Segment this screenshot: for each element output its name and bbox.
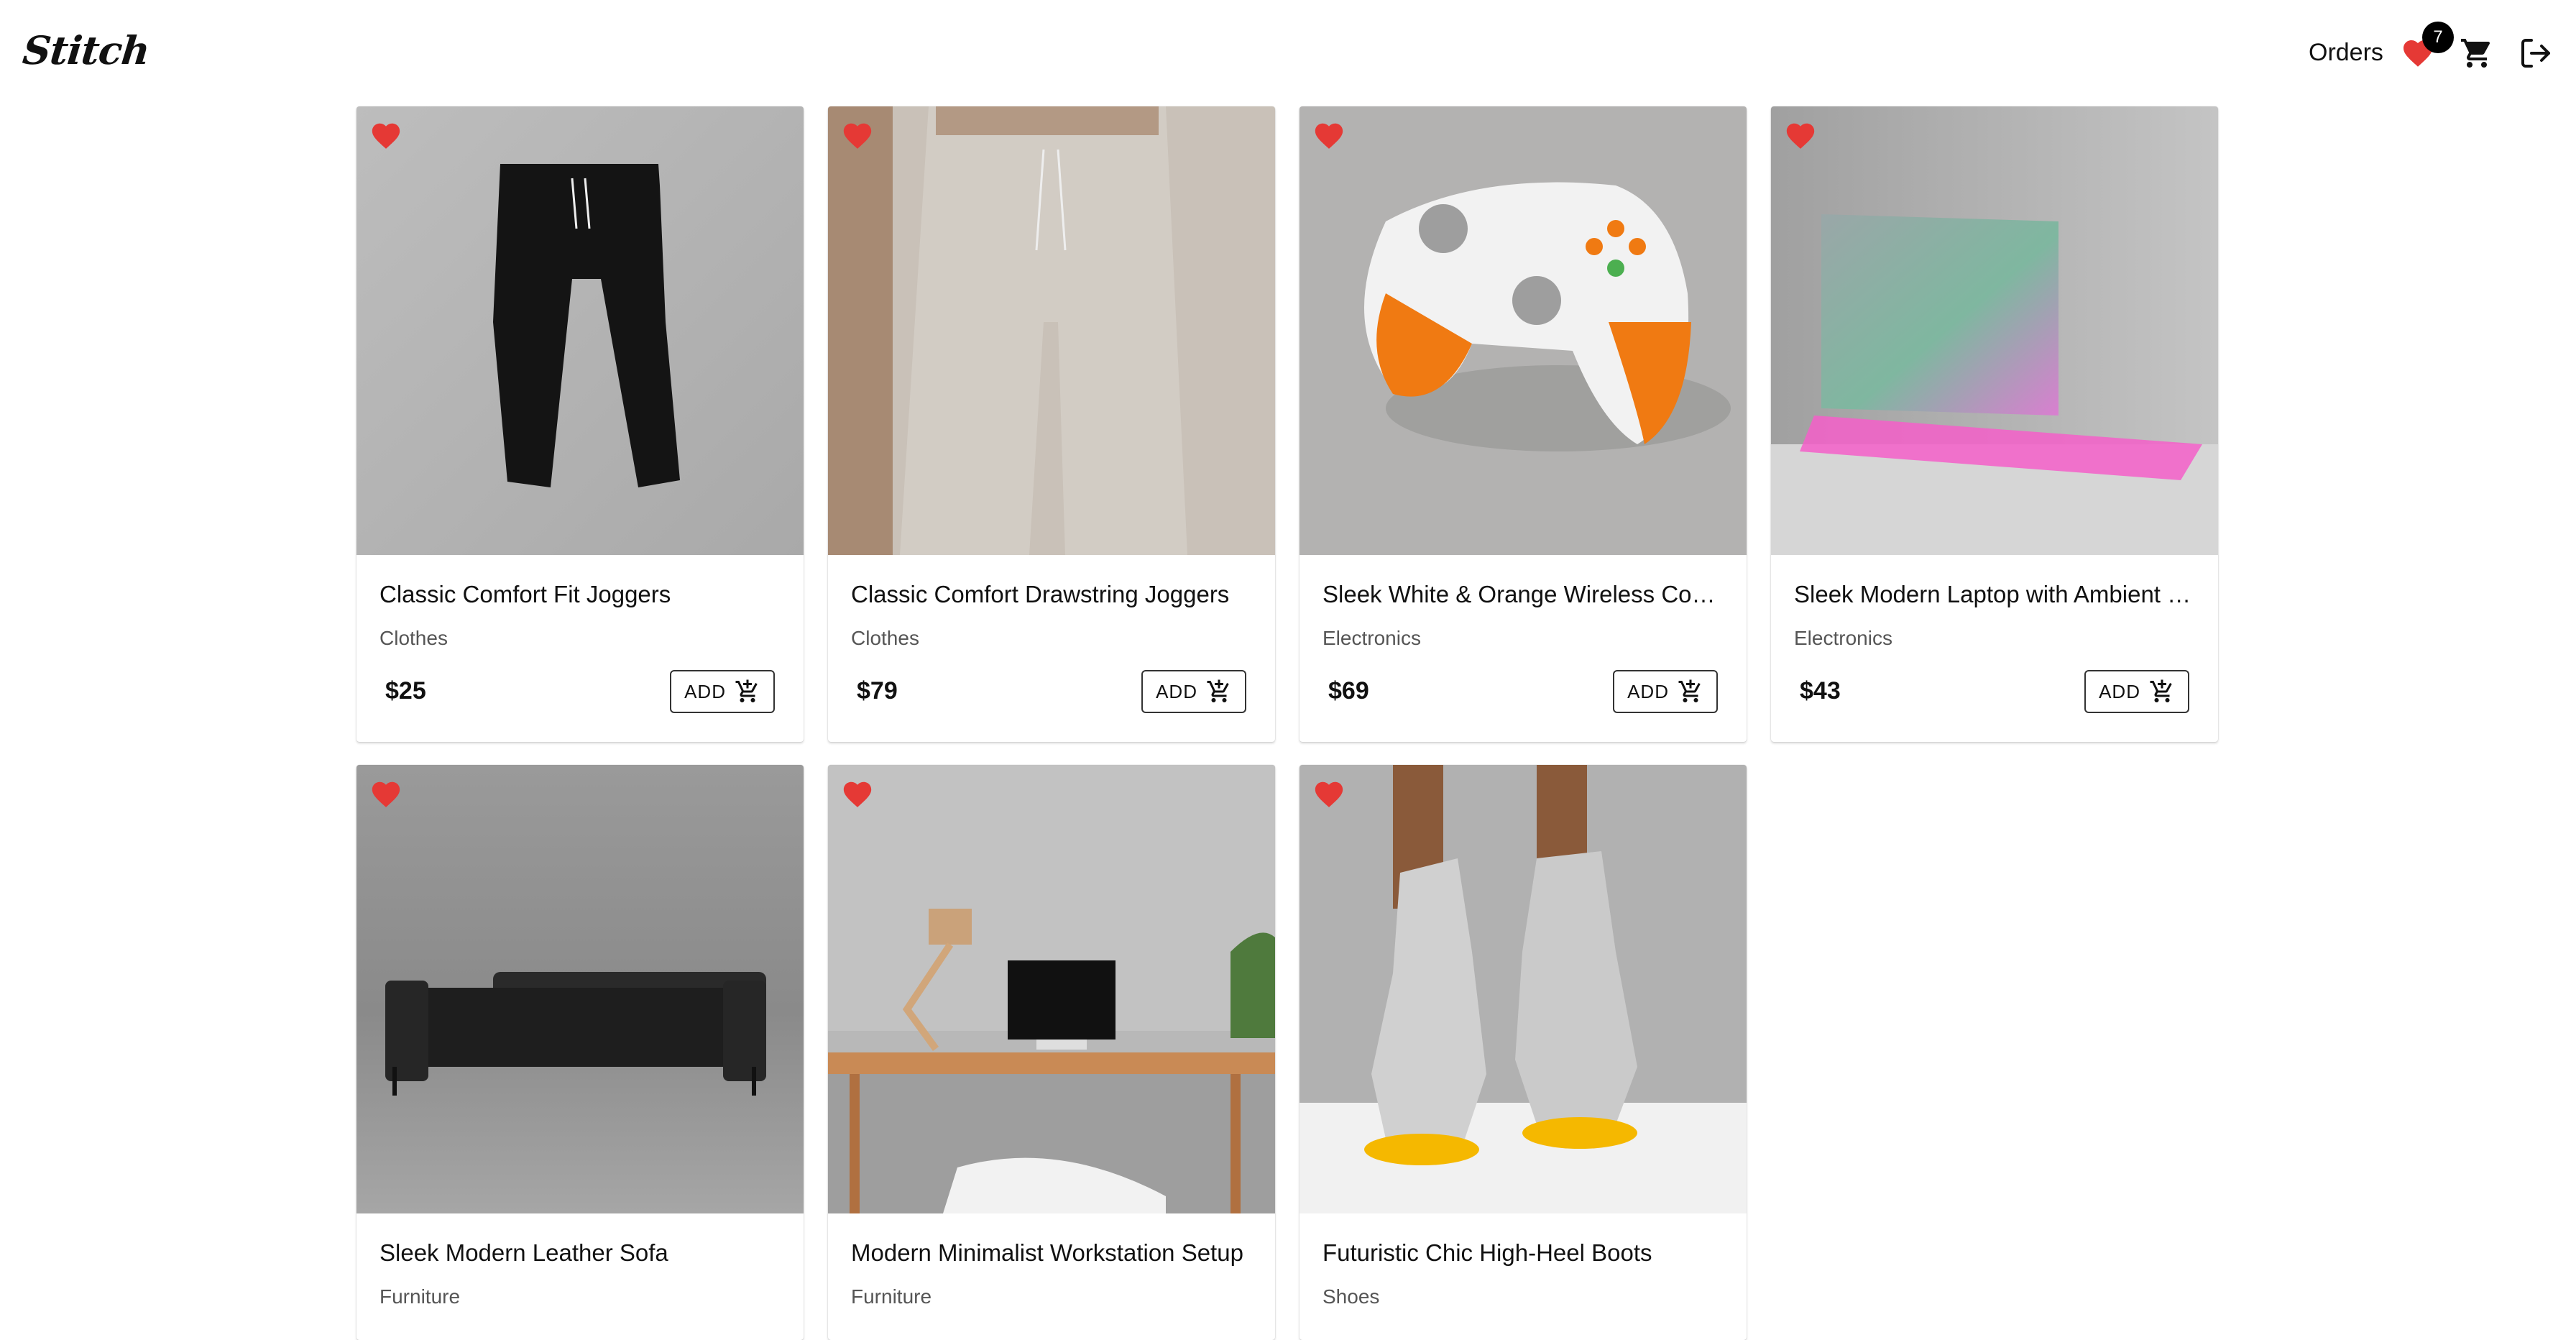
product-category: Clothes xyxy=(851,627,919,649)
product-image[interactable] xyxy=(1300,106,1747,555)
favorite-heart-icon[interactable] xyxy=(369,778,402,811)
cart-icon[interactable] xyxy=(2460,36,2494,70)
add-to-cart-button[interactable]: ADD xyxy=(2084,670,2189,713)
product-image[interactable] xyxy=(1300,765,1747,1213)
add-shopping-cart-icon xyxy=(735,679,758,702)
add-to-cart-button[interactable]: ADD xyxy=(670,670,775,713)
product-card[interactable]: Sleek Modern Laptop with Ambient Lightin… xyxy=(1771,106,2218,742)
product-title[interactable]: Sleek Modern Leather Sofa xyxy=(380,1239,782,1267)
orders-link[interactable]: Orders xyxy=(2309,39,2383,67)
favorites-count-badge: 7 xyxy=(2422,22,2454,53)
favorite-heart-icon[interactable] xyxy=(841,119,874,152)
product-price: $79 xyxy=(857,677,898,705)
add-shopping-cart-icon xyxy=(1207,679,1229,702)
product-card[interactable]: Classic Comfort Fit Joggers Clothes $25 … xyxy=(356,106,804,742)
product-title[interactable]: Modern Minimalist Workstation Setup xyxy=(851,1239,1254,1267)
product-image[interactable] xyxy=(356,765,804,1213)
product-price: $25 xyxy=(385,677,426,705)
product-card[interactable]: Sleek White & Orange Wireless Controller… xyxy=(1300,106,1747,742)
product-price: $43 xyxy=(1800,677,1841,705)
product-title[interactable]: Classic Comfort Drawstring Joggers xyxy=(851,581,1254,608)
add-button-label: ADD xyxy=(1627,680,1669,702)
product-card[interactable]: Modern Minimalist Workstation Setup Furn… xyxy=(828,765,1275,1340)
logout-icon[interactable] xyxy=(2518,36,2553,70)
add-to-cart-button[interactable]: ADD xyxy=(1141,670,1246,713)
product-category: Shoes xyxy=(1322,1285,1380,1308)
add-button-label: ADD xyxy=(684,680,726,702)
product-category: Electronics xyxy=(1794,627,1892,649)
product-title[interactable]: Classic Comfort Fit Joggers xyxy=(380,581,782,608)
product-image[interactable] xyxy=(828,106,1275,555)
top-navigation-bar: Stitch Orders 7 xyxy=(0,0,2576,101)
product-card[interactable]: Futuristic Chic High-Heel Boots Shoes xyxy=(1300,765,1747,1340)
product-image[interactable] xyxy=(1771,106,2218,555)
product-title[interactable]: Sleek Modern Laptop with Ambient Lightin… xyxy=(1794,581,2196,608)
favorite-heart-icon[interactable] xyxy=(1312,119,1346,152)
favorite-heart-icon[interactable] xyxy=(1312,778,1346,811)
product-card[interactable]: Sleek Modern Leather Sofa Furniture xyxy=(356,765,804,1340)
favorite-heart-icon[interactable] xyxy=(369,119,402,152)
product-image[interactable] xyxy=(356,106,804,555)
add-to-cart-button[interactable]: ADD xyxy=(1613,670,1718,713)
product-title[interactable]: Sleek White & Orange Wireless Controller xyxy=(1322,581,1725,608)
product-category: Furniture xyxy=(851,1285,932,1308)
product-category: Furniture xyxy=(380,1285,461,1308)
add-shopping-cart-icon xyxy=(1678,679,1701,702)
add-shopping-cart-icon xyxy=(2150,679,2172,702)
product-category: Electronics xyxy=(1322,627,1421,649)
product-card[interactable]: Classic Comfort Drawstring Joggers Cloth… xyxy=(828,106,1275,742)
product-price: $69 xyxy=(1328,677,1369,705)
product-category: Clothes xyxy=(380,627,448,649)
product-title[interactable]: Futuristic Chic High-Heel Boots xyxy=(1322,1239,1725,1267)
favorite-heart-icon[interactable] xyxy=(1784,119,1817,152)
add-button-label: ADD xyxy=(2099,680,2140,702)
add-button-label: ADD xyxy=(1156,680,1197,702)
favorite-heart-icon[interactable] xyxy=(841,778,874,811)
product-image[interactable] xyxy=(828,765,1275,1213)
brand-logo[interactable]: Stitch xyxy=(21,27,152,73)
